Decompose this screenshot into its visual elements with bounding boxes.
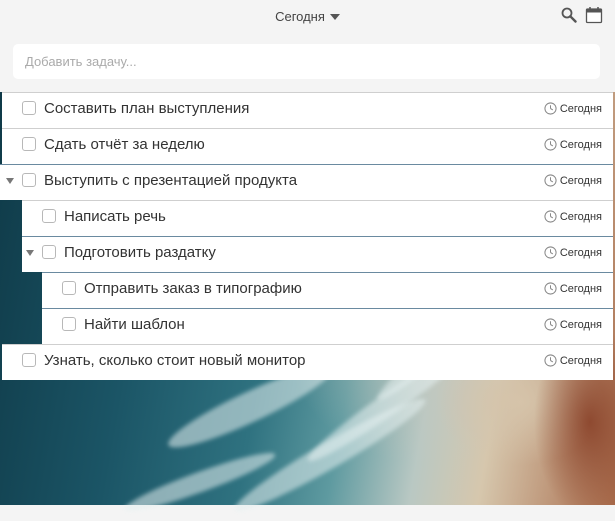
task-label: Составить план выступления [44, 100, 250, 117]
date-filter-dropdown[interactable]: Сегодня [0, 9, 615, 24]
clock-icon [544, 138, 557, 151]
clock-icon [544, 246, 557, 259]
due-date[interactable]: Сегодня [544, 102, 602, 115]
due-date-label: Сегодня [559, 318, 602, 331]
clock-icon [544, 210, 557, 223]
task-checkbox[interactable] [42, 245, 56, 259]
task-row[interactable]: Написать речь Сегодня [22, 200, 613, 236]
due-date[interactable]: Сегодня [544, 246, 602, 259]
expand-arrow-icon[interactable] [26, 250, 34, 256]
due-date-label: Сегодня [559, 282, 602, 295]
date-filter-label: Сегодня [275, 9, 325, 24]
task-label: Сдать отчёт за неделю [44, 136, 205, 153]
task-label: Подготовить раздатку [64, 244, 216, 261]
chevron-down-icon [329, 13, 340, 20]
task-row[interactable]: Подготовить раздатку Сегодня [22, 236, 613, 272]
task-row[interactable]: Сдать отчёт за неделю Сегодня [2, 128, 613, 164]
task-label: Узнать, сколько стоит новый монитор [44, 352, 306, 369]
task-row[interactable]: Составить план выступления Сегодня [2, 92, 613, 128]
task-checkbox[interactable] [22, 101, 36, 115]
search-icon[interactable] [561, 7, 577, 23]
task-label: Отправить заказ в типографию [84, 280, 302, 297]
due-date[interactable]: Сегодня [544, 210, 602, 223]
calendar-icon[interactable] [585, 6, 603, 24]
task-row[interactable]: Отправить заказ в типографию Сегодня [42, 272, 613, 308]
due-date[interactable]: Сегодня [544, 174, 602, 187]
due-date-label: Сегодня [559, 102, 602, 115]
toolbar: Сегодня [0, 0, 615, 36]
task-row[interactable]: Выступить с презентацией продукта Сегодня [0, 164, 613, 200]
task-checkbox[interactable] [22, 353, 36, 367]
task-checkbox[interactable] [62, 317, 76, 331]
clock-icon [544, 354, 557, 367]
due-date-label: Сегодня [559, 138, 602, 151]
task-checkbox[interactable] [22, 173, 36, 187]
clock-icon [544, 282, 557, 295]
due-date-label: Сегодня [559, 210, 602, 223]
task-row[interactable]: Узнать, сколько стоит новый монитор Сегод… [2, 344, 613, 380]
task-checkbox[interactable] [22, 137, 36, 151]
clock-icon [544, 318, 557, 331]
task-label: Выступить с презентацией продукта [44, 172, 298, 189]
due-date[interactable]: Сегодня [544, 282, 602, 295]
due-date-label: Сегодня [559, 246, 602, 259]
clock-icon [544, 174, 557, 187]
task-label: Написать речь [64, 208, 166, 225]
due-date-label: Сегодня [559, 174, 602, 187]
task-checkbox[interactable] [42, 209, 56, 223]
window-header-area: Сегодня [0, 0, 615, 92]
due-date[interactable]: Сегодня [544, 318, 602, 331]
add-task-input[interactable] [13, 44, 600, 79]
expand-arrow-icon[interactable] [6, 178, 14, 184]
task-label: Найти шаблон [84, 316, 185, 333]
due-date-label: Сегодня [559, 354, 602, 367]
clock-icon [544, 102, 557, 115]
due-date[interactable]: Сегодня [544, 354, 602, 367]
task-checkbox[interactable] [62, 281, 76, 295]
due-date[interactable]: Сегодня [544, 138, 602, 151]
task-row[interactable]: Найти шаблон Сегодня [42, 308, 613, 344]
